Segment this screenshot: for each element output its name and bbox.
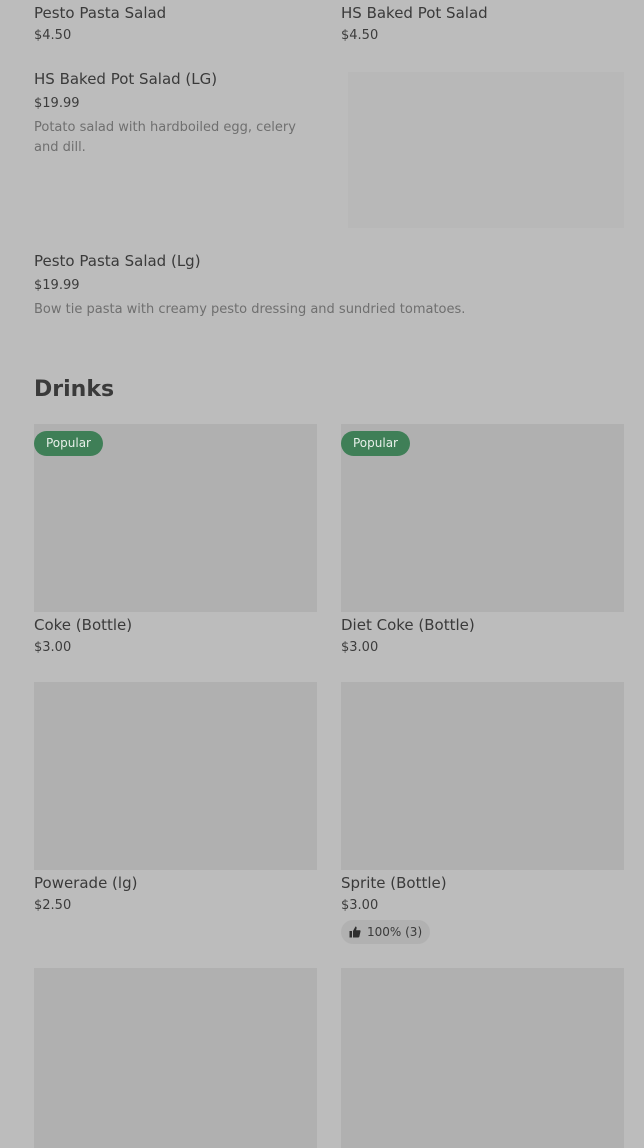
item-image[interactable] bbox=[341, 968, 624, 1148]
section-title: Drinks bbox=[34, 377, 115, 402]
item-price: $4.50 bbox=[341, 28, 379, 43]
rating-badge: 100% (3) bbox=[341, 920, 431, 944]
item-name[interactable]: Pesto Pasta Salad bbox=[34, 4, 166, 22]
item-price: $3.00 bbox=[341, 898, 379, 913]
item-image[interactable] bbox=[34, 968, 317, 1148]
item-price: $19.99 bbox=[34, 96, 80, 111]
menu-item-card[interactable]: Sprite (Bottle) $3.00 100% (3) bbox=[341, 682, 624, 952]
item-name: Diet Coke (Bottle) bbox=[341, 616, 475, 634]
item-price: $19.99 bbox=[34, 278, 80, 293]
item-price: $4.50 bbox=[34, 28, 72, 43]
rating-text: 100% (3) bbox=[367, 925, 423, 939]
item-image bbox=[341, 682, 624, 870]
menu-item-card[interactable]: Powerade (lg) $2.50 bbox=[34, 682, 317, 922]
item-name: HS Baked Pot Salad (LG) bbox=[34, 70, 218, 88]
item-description: Potato salad with hardboiled egg, celery… bbox=[34, 120, 296, 155]
item-image bbox=[348, 72, 624, 228]
menu-item-card[interactable]: Popular Diet Coke (Bottle) $3.00 bbox=[341, 424, 624, 664]
popular-badge: Popular bbox=[34, 431, 103, 456]
item-image bbox=[34, 682, 317, 870]
item-price: $2.50 bbox=[34, 898, 72, 913]
item-name: Pesto Pasta Salad (Lg) bbox=[34, 252, 201, 270]
menu-item-card[interactable]: HS Baked Pot Salad (LG) $19.99 Potato sa… bbox=[34, 64, 624, 230]
item-name: Sprite (Bottle) bbox=[341, 874, 447, 892]
popular-badge: Popular bbox=[341, 431, 410, 456]
item-price: $3.00 bbox=[34, 640, 72, 655]
menu-item-card[interactable]: Popular Coke (Bottle) $3.00 bbox=[34, 424, 317, 664]
item-description: Bow tie pasta with creamy pesto dressing… bbox=[34, 302, 466, 317]
item-name: Coke (Bottle) bbox=[34, 616, 133, 634]
thumbs-up-icon bbox=[349, 926, 361, 938]
menu-item-card[interactable]: Pesto Pasta Salad (Lg) $19.99 Bow tie pa… bbox=[34, 246, 624, 326]
item-name: Powerade (lg) bbox=[34, 874, 138, 892]
item-price: $3.00 bbox=[341, 640, 379, 655]
item-name[interactable]: HS Baked Pot Salad bbox=[341, 4, 488, 22]
